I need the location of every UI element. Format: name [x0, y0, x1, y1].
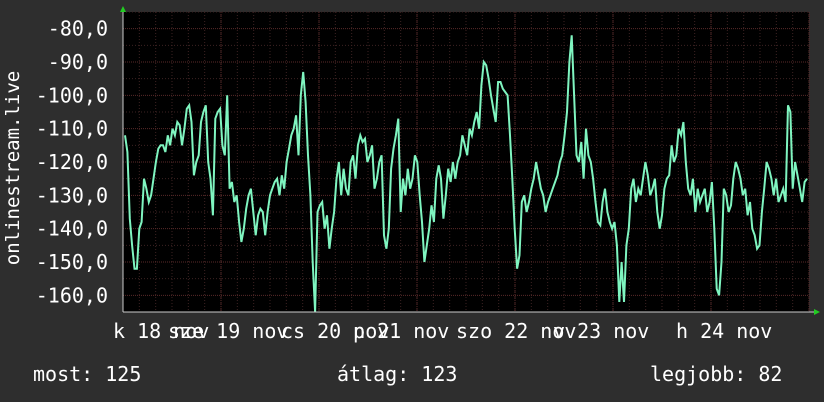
- y-tick-label: -150,0: [36, 250, 108, 274]
- line-chart: -80,0 -90,0 -100,0 -110,0 -120,0 -130,0 -140,0…: [2, 6, 820, 343]
- x-tick-label: h 24 nov: [676, 319, 772, 343]
- y-axis-label: onlinestream.live: [2, 71, 24, 265]
- x-axis-arrow-icon: [814, 309, 820, 315]
- y-tick-label: -100,0: [36, 83, 108, 107]
- y-axis-arrow-icon: [120, 6, 126, 12]
- y-axis-ticks: -80,0 -90,0 -100,0 -110,0 -120,0 -130,0 -140,0…: [36, 17, 108, 308]
- best-value-text: legjobb: 82: [650, 362, 783, 386]
- y-tick-label: -120,0: [36, 150, 108, 174]
- average-value-text: átlag: 123: [337, 362, 458, 386]
- y-tick-label: -90,0: [48, 50, 108, 74]
- y-tick-label: -80,0: [48, 17, 108, 41]
- y-tick-label: -140,0: [36, 217, 108, 241]
- y-tick-label: -160,0: [36, 283, 108, 307]
- x-tick-label: v 23 nov: [553, 319, 649, 343]
- x-tick-label: sze 19 nov: [168, 319, 288, 343]
- y-tick-label: -130,0: [36, 183, 108, 207]
- x-tick-label: p 21 nov: [353, 319, 449, 343]
- y-tick-label: -110,0: [36, 117, 108, 141]
- x-axis-ticks: k 18 novsze 19 novcs 20 novp 21 nov szo 2…: [113, 319, 772, 343]
- current-value-text: most: 125: [33, 362, 142, 386]
